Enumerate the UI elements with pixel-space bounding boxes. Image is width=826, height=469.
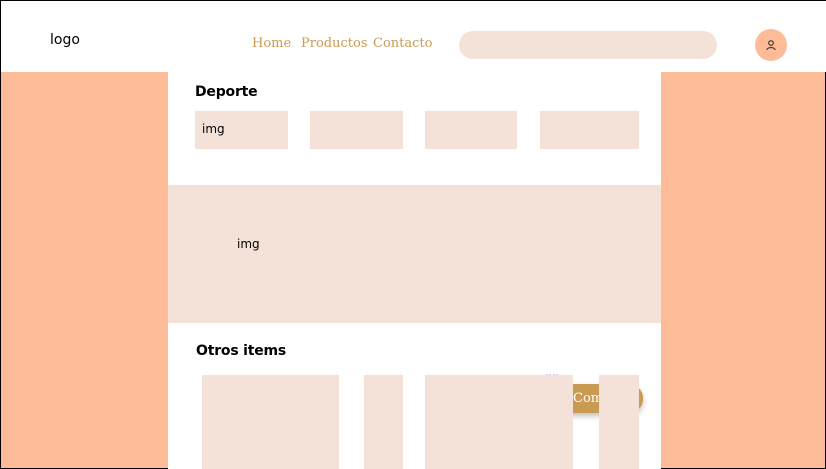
product-tile[interactable]: [425, 111, 517, 149]
logo[interactable]: logo: [50, 32, 80, 48]
section-title-otros-items: Otros items: [196, 343, 287, 359]
main-content: Deporte img img Comprar Otros items: [168, 72, 661, 469]
header: logo Home Productos Contacto: [1, 1, 826, 72]
product-tile[interactable]: [540, 111, 639, 149]
banner-image-label: img: [237, 237, 260, 251]
nav-home[interactable]: Home: [252, 36, 291, 51]
featured-banner: img Comprar: [168, 185, 661, 413]
section-title-deporte: Deporte: [195, 84, 258, 100]
user-avatar-button[interactable]: [755, 29, 787, 61]
item-tile[interactable]: [599, 375, 639, 469]
item-tile[interactable]: [425, 375, 573, 469]
product-tile[interactable]: [310, 111, 403, 149]
product-tile[interactable]: img: [195, 111, 288, 149]
nav-contacto[interactable]: Contacto: [373, 36, 432, 51]
item-tile[interactable]: [202, 375, 339, 469]
nav-productos[interactable]: Productos: [301, 36, 368, 51]
item-tile[interactable]: [364, 375, 403, 469]
user-icon: [766, 40, 776, 51]
image-placeholder-label: img: [202, 122, 225, 136]
search-input[interactable]: [459, 31, 717, 59]
